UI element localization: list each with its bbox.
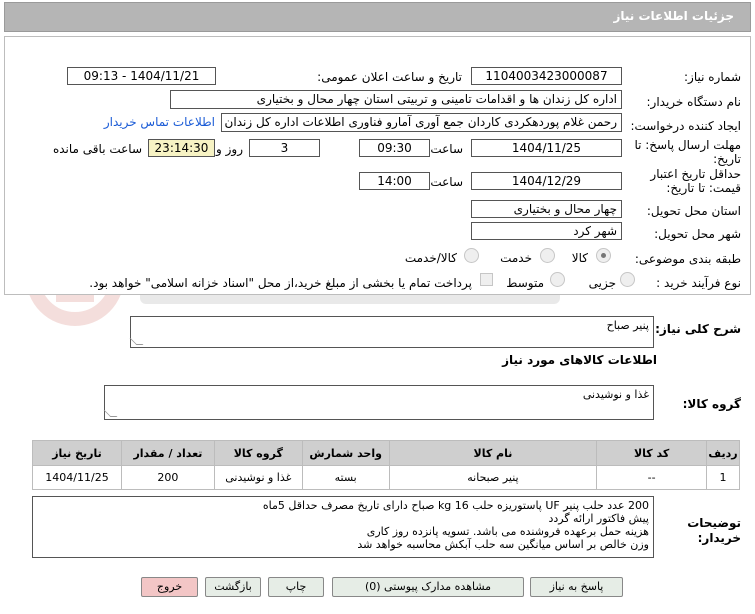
remaining-time-field: 23:14:30 [148,139,215,157]
process-minor-label: جزیی [588,276,616,290]
goods-section-title: اطلاعات کالاهای مورد نیاز [502,353,657,367]
category-service-radio[interactable] [540,248,555,263]
buyer-notes-label: توضیحات [687,516,741,530]
process-medium-label: متوسط [506,276,544,290]
announce-datetime-label: تاریخ و ساعت اعلان عمومی: [317,70,462,84]
validity-time-field: 14:00 [359,172,430,190]
process-minor-radio[interactable] [620,272,635,287]
city-field: شهر کرد [471,222,622,240]
need-summary-text: پنیر صباح [606,319,649,332]
cell-unit: بسته [301,465,390,490]
col-quantity: تعداد / مقدار [121,440,215,466]
goods-group-text: غذا و نوشیدنی [582,388,649,401]
page-title: جزئیات اطلاعات نیاز [613,9,734,23]
need-number-field: 1104003423000087 [471,67,622,85]
province-field: چهار محال و بختیاری [471,200,622,218]
deadline-date-field: 1404/11/25 [471,139,622,157]
table-row: 1 -- پنیر صبحانه بسته غذا و نوشیدنی 200 … [32,465,740,490]
cell-quantity: 200 [121,465,215,490]
buyer-notes-line: پیش فاکتور ارائه گردد [548,512,649,525]
process-type-label: نوع فرآیند خرید : [656,276,741,290]
category-goods-radio[interactable] [596,248,611,263]
buyer-notes-label-2: خریدار: [697,531,741,545]
goods-group-textarea: غذا و نوشیدنی [103,385,654,420]
back-button[interactable]: بازگشت [205,577,261,597]
col-date: تاریخ نیاز [32,440,122,466]
buyer-notes-textarea: 200 عدد حلب پنیر UF پاستوریزه حلب kg 16 … [32,496,654,558]
cell-row: 1 [706,465,740,490]
requester-field: رحمن غلام پوردهکردی کاردان جمع آوری آمار… [221,113,622,132]
goods-table-header: ردیف کد کالا نام کالا واحد شمارش گروه کا… [32,440,740,466]
print-button[interactable]: چاپ [268,577,324,597]
treasury-payment-note: پرداخت تمام یا بخشی از مبلغ خرید،از محل … [89,276,472,290]
cell-name: پنیر صبحانه [388,465,598,490]
city-label: شهر محل تحویل: [654,227,741,241]
need-summary-label: شرح کلی نیاز: [655,322,741,336]
remaining-days-field: 3 [249,139,320,157]
col-row: ردیف [706,440,740,466]
validity-time-label: ساعت [430,175,463,189]
days-label: روز و [216,142,243,156]
deadline-time-label: ساعت [430,142,463,156]
col-code: کد کالا [596,440,708,466]
deadline-label: مهلت ارسال پاسخ: تا [634,138,741,152]
buyer-org-field: اداره کل زندان ها و اقدامات تامینی و ترب… [170,90,622,109]
process-medium-radio[interactable] [550,272,565,287]
buyer-org-label: نام دستگاه خریدار: [646,95,742,109]
resize-grip-icon[interactable] [129,338,144,345]
announce-datetime-field: 1404/11/21 - 09:13 [67,67,216,85]
buyer-notes-line: 200 عدد حلب پنیر UF پاستوریزه حلب kg 16 … [262,499,649,512]
goods-group-label: گروه کالا: [682,397,741,411]
buyer-notes-line: هزینه حمل برعهده فروشنده می باشد. تسویه … [366,525,649,538]
exit-button[interactable]: خروج [141,577,198,597]
cell-group: غذا و نوشیدنی [213,465,303,490]
category-goods-label: کالا [571,251,588,265]
requester-label: ایجاد کننده درخواست: [630,119,741,133]
resize-grip-icon[interactable] [103,410,118,417]
goods-table: ردیف کد کالا نام کالا واحد شمارش گروه کا… [32,440,740,490]
cell-date: 1404/11/25 [32,465,122,490]
cell-code: -- [596,465,708,490]
treasury-payment-checkbox[interactable] [480,273,493,286]
col-group: گروه کالا [213,440,303,466]
validity-date-field: 1404/12/29 [471,172,622,190]
deadline-time-field: 09:30 [359,139,430,157]
col-unit: واحد شمارش [301,440,390,466]
remaining-time-label: ساعت باقی مانده [52,142,142,156]
validity-label-date: قیمت: تا تاریخ: [666,181,741,195]
need-number-label: شماره نیاز: [684,70,741,84]
validity-label: حداقل تاریخ اعتبار [650,167,741,181]
page-header: جزئیات اطلاعات نیاز [4,2,751,32]
category-label: طبقه بندی موضوعی: [634,252,741,266]
attachments-button[interactable]: مشاهده مدارک پیوستی (0) [332,577,524,597]
buyer-contact-link[interactable]: اطلاعات تماس خریدار [104,115,215,129]
col-name: نام کالا [388,440,598,466]
category-service-label: خدمت [500,251,532,265]
reply-button[interactable]: پاسخ به نیاز [530,577,623,597]
need-summary-textarea: پنیر صباح [129,316,654,348]
buyer-notes-line: وزن خالص بر اساس میانگین سه حلب آبکش محا… [357,538,649,551]
category-goods-service-radio[interactable] [464,248,479,263]
deadline-label-date: تاریخ: [713,152,741,166]
category-goods-service-label: کالا/خدمت [404,251,457,265]
province-label: استان محل تحویل: [646,204,741,218]
